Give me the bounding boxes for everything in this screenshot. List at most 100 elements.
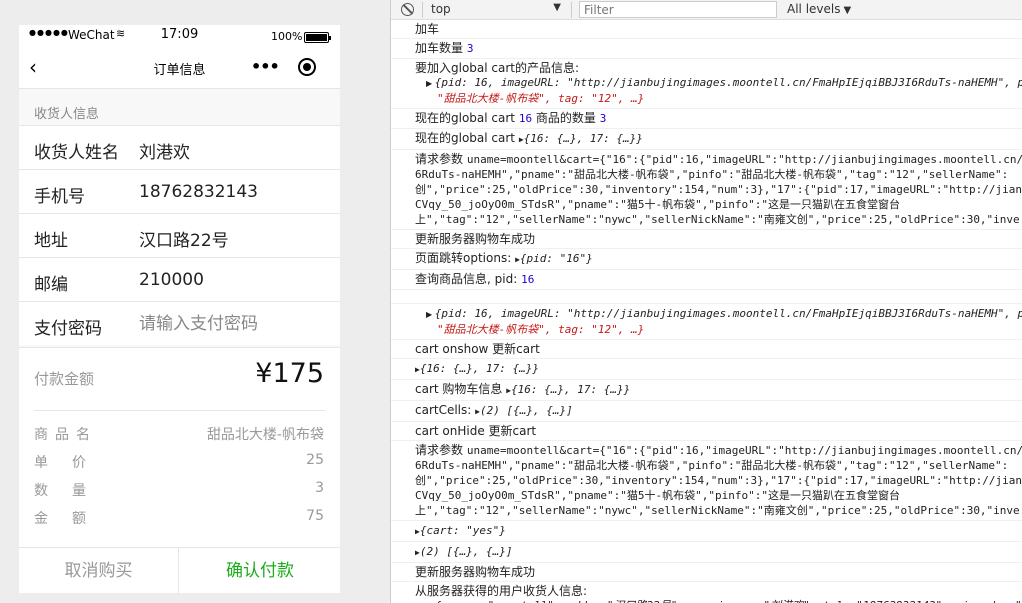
nav-bar: ‹ 订单信息 ••• bbox=[19, 47, 340, 89]
console-log-row: cartCells: ▶(2) [{…}, {…}] bbox=[391, 401, 1022, 422]
console-log-row: 现在的global cart 16 商品的数量 3 bbox=[391, 109, 1022, 129]
field-label: 地址 bbox=[34, 231, 68, 251]
log-object[interactable]: {pid: "16"} bbox=[520, 252, 593, 265]
log-object[interactable]: (2) [{…}, {…}] bbox=[480, 404, 573, 417]
log-label: 现在的global cart bbox=[415, 131, 516, 145]
console-log-row: 更新服务器购物车成功 bbox=[391, 230, 1022, 249]
log-object[interactable]: {uname: "moontell", addr: "汉口路22号", cons… bbox=[435, 599, 1022, 603]
log-label: 现在的global cart bbox=[415, 111, 516, 125]
confirm-payment-button[interactable]: 确认付款 bbox=[180, 548, 340, 593]
request-params-line: 6RduTs-naHEMH","pname":"甜品北大楼-帆布袋","pinf… bbox=[415, 168, 1009, 181]
console-log-row: 现在的global cart ▶{16: {…}, 17: {…}} bbox=[391, 129, 1022, 150]
divider bbox=[34, 410, 325, 411]
summary-value: 甜品北大楼-帆布袋 bbox=[206, 427, 324, 443]
context-value: top bbox=[431, 2, 451, 16]
console-log-row: 从服务器获得的用户收货人信息:▶ {uname: "moontell", add… bbox=[391, 582, 1022, 603]
log-object[interactable]: {pid: 16, imageURL: "http://jianbujingim… bbox=[435, 76, 1022, 89]
console-log-list: 加车 加车数量 3 要加入global cart的产品信息: ▶ {pid: 16, … bbox=[391, 20, 1022, 603]
form-row-address: 地址 汉口路22号 bbox=[19, 213, 340, 257]
request-params-line: 6RduTs-naHEMH","pname":"甜品北大楼-帆布袋","pinf… bbox=[415, 459, 1009, 472]
expand-triangle-icon[interactable]: ▶ bbox=[426, 79, 435, 88]
divider bbox=[571, 2, 572, 18]
request-params-line: 创","price":25,"oldPrice":30,"inventory":… bbox=[415, 474, 1022, 487]
log-number: 3 bbox=[599, 112, 607, 125]
consignee-name-value[interactable]: 刘港欢 bbox=[139, 138, 190, 163]
field-label: 支付密码 bbox=[34, 319, 102, 339]
request-params-line: uname=moontell&cart={"16":{"pid":16,"ima… bbox=[466, 153, 1022, 166]
section-label: 收货人信息 bbox=[34, 107, 100, 122]
request-params-line: uname=moontell&cart={"16":{"pid":16,"ima… bbox=[466, 444, 1022, 457]
devtools-console: top ▼ All levels▼ 加车加车数量 3要加入global cart… bbox=[390, 0, 1022, 603]
form-row-zipcode: 邮编 210000 bbox=[19, 257, 340, 301]
field-label: 收货人姓名 bbox=[34, 143, 119, 163]
payment-summary: 付款金额 ¥175 商品名 甜品北大楼-帆布袋 单价 25 数量 3 金额 75 bbox=[19, 347, 340, 547]
action-bar: 取消购买 确认付款 bbox=[19, 547, 340, 593]
log-object-block[interactable]: ▶ {uname: "moontell", addr: "汉口路22号", co… bbox=[415, 598, 1022, 603]
log-object-block[interactable]: ▶ {pid: 16, imageURL: "http://jianbujing… bbox=[415, 306, 1022, 337]
log-levels-dropdown[interactable]: All levels ▼ bbox=[787, 2, 851, 16]
console-toolbar: top ▼ All levels▼ bbox=[391, 0, 1022, 20]
phone-simulator: ●●●●● WeChat ≋ 17:09 100% ‹ 订单信息 ••• 收货人… bbox=[0, 0, 390, 603]
log-object[interactable]: {16: {…}, 17: {…}} bbox=[420, 362, 539, 375]
log-text: 加车 bbox=[415, 22, 440, 36]
console-log-row: cart onHide 更新cart bbox=[391, 422, 1022, 441]
form-row-phone: 手机号 18762832143 bbox=[19, 169, 340, 213]
log-object[interactable]: {16: {…}, 17: {…}} bbox=[524, 132, 643, 145]
log-object-continuation: "甜品北大楼-帆布袋", tag: "12", …} bbox=[426, 322, 1022, 337]
consignee-form: 收货人姓名 刘港欢 手机号 18762832143 地址 汉口路22号 邮编 2… bbox=[19, 125, 340, 345]
amount-value: ¥175 bbox=[255, 358, 324, 389]
log-text: 更新服务器购物车成功 bbox=[415, 232, 536, 246]
log-label: 商品的数量 bbox=[535, 111, 596, 125]
log-object-tail: "甜品北大楼-帆布袋", tag: "12", …} bbox=[437, 323, 645, 336]
context-selector[interactable]: top ▼ bbox=[431, 2, 561, 18]
console-log-row: 页面跳转options: ▶{pid: "16"} bbox=[391, 249, 1022, 270]
payment-password-input[interactable] bbox=[139, 311, 329, 337]
zipcode-value[interactable]: 210000 bbox=[139, 270, 204, 290]
levels-label: All levels bbox=[787, 2, 841, 16]
log-label: 请求参数 bbox=[415, 443, 464, 457]
divider bbox=[422, 2, 423, 18]
summary-line: 单价 25 bbox=[34, 452, 324, 472]
close-capsule-icon[interactable] bbox=[298, 58, 316, 76]
console-log-row: 查询商品信息, pid: 16 bbox=[391, 270, 1022, 290]
more-icon[interactable]: ••• bbox=[251, 57, 280, 76]
console-log-row: cart onshow 更新cart bbox=[391, 340, 1022, 359]
battery-percent: 100% bbox=[271, 30, 303, 43]
summary-line: 数量 3 bbox=[34, 480, 324, 500]
log-text: 更新服务器购物车成功 bbox=[415, 565, 536, 579]
address-value[interactable]: 汉口路22号 bbox=[139, 226, 229, 251]
caret-down-icon: ▼ bbox=[843, 5, 852, 16]
field-label: 邮编 bbox=[34, 275, 68, 295]
console-log-row: ▶{16: {…}, 17: {…}} bbox=[391, 359, 1022, 380]
request-params-line: CVqy_50_joOyO0m_STdsR","pname":"猫5十-帆布袋"… bbox=[415, 489, 901, 502]
form-row-password: 支付密码 bbox=[19, 301, 340, 345]
summary-line: 金额 75 bbox=[34, 508, 324, 528]
clear-console-icon[interactable] bbox=[401, 3, 414, 16]
status-bar: ●●●●● WeChat ≋ 17:09 100% bbox=[19, 25, 340, 47]
log-object[interactable]: {pid: 16, imageURL: "http://jianbujingim… bbox=[435, 307, 1022, 320]
summary-key: 金额 bbox=[34, 511, 110, 527]
summary-key: 数量 bbox=[34, 483, 110, 499]
log-label: cartCells: bbox=[415, 403, 472, 417]
summary-value: 75 bbox=[306, 508, 324, 524]
cancel-purchase-button[interactable]: 取消购买 bbox=[19, 548, 179, 593]
console-log-row: 加车数量 3 bbox=[391, 39, 1022, 59]
log-object[interactable]: {cart: "yes"} bbox=[420, 524, 506, 537]
log-label: 查询商品信息, pid: bbox=[415, 272, 518, 286]
log-label: 加车数量 bbox=[415, 41, 464, 55]
log-object[interactable]: {16: {…}, 17: {…}} bbox=[511, 383, 630, 396]
log-label: 页面跳转options: bbox=[415, 251, 512, 265]
phone-screen: ●●●●● WeChat ≋ 17:09 100% ‹ 订单信息 ••• 收货人… bbox=[19, 25, 340, 593]
filter-input[interactable] bbox=[579, 1, 777, 18]
expand-triangle-icon[interactable]: ▶ bbox=[426, 310, 435, 319]
log-label: cart 购物车信息 bbox=[415, 382, 503, 396]
summary-key: 商品名 bbox=[34, 427, 97, 443]
console-log-row: ▶(2) [{…}, {…}] bbox=[391, 542, 1022, 563]
console-log-row: 加车 bbox=[391, 20, 1022, 39]
log-label: 从服务器获得的用户收货人信息: bbox=[415, 584, 588, 598]
page-title: 订单信息 bbox=[153, 63, 206, 78]
log-object-block[interactable]: ▶ {pid: 16, imageURL: "http://jianbujing… bbox=[415, 75, 1022, 106]
log-object[interactable]: (2) [{…}, {…}] bbox=[420, 545, 513, 558]
summary-value: 3 bbox=[315, 480, 324, 496]
phone-number-value[interactable]: 18762832143 bbox=[139, 182, 258, 202]
